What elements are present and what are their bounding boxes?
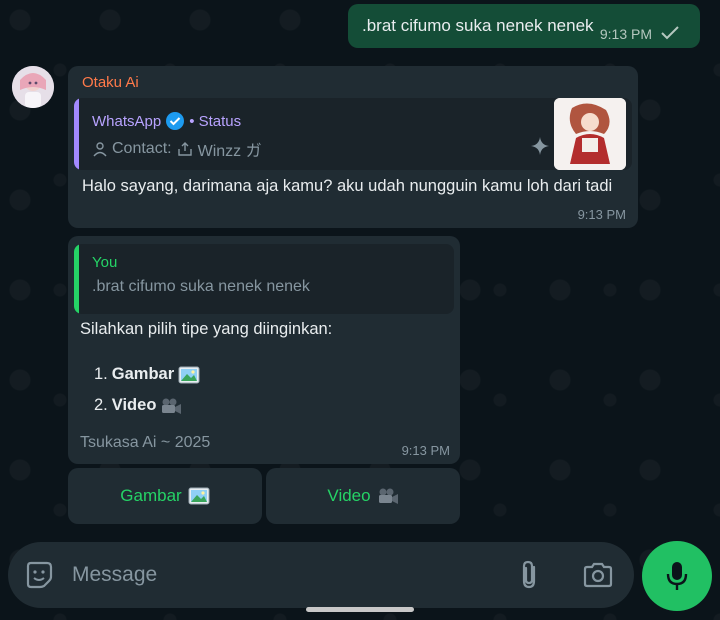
incoming-message[interactable]: You .brat cifumo suka nenek nenek Silahk… bbox=[68, 236, 460, 464]
quote-app-name: WhatsApp bbox=[92, 112, 162, 130]
option-item: 2. Video bbox=[94, 396, 182, 415]
person-icon bbox=[93, 142, 107, 157]
check-icon bbox=[661, 26, 679, 40]
option-label: Gambar bbox=[111, 365, 175, 383]
mic-icon bbox=[666, 562, 688, 590]
verified-icon bbox=[166, 112, 185, 130]
mic-button[interactable] bbox=[642, 541, 712, 611]
quote-author: You bbox=[92, 254, 118, 271]
quote-status-label: • Status bbox=[189, 112, 242, 130]
avatar-image bbox=[12, 66, 54, 108]
picture-icon bbox=[178, 366, 200, 383]
sticker-icon[interactable] bbox=[24, 560, 54, 590]
anime-thumbnail-image bbox=[554, 98, 626, 170]
option-number: 1. bbox=[94, 365, 108, 383]
message-text: .brat cifumo suka nenek nenek bbox=[362, 16, 594, 35]
gambar-button[interactable]: Gambar bbox=[68, 468, 262, 524]
chat-area: .brat cifumo suka nenek nenek 9:13 PM Ot… bbox=[0, 0, 720, 620]
quote-title: WhatsApp • Status bbox=[92, 111, 241, 131]
option-label: Video bbox=[111, 396, 157, 414]
button-label: Gambar bbox=[120, 486, 182, 505]
movie-camera-icon bbox=[378, 488, 398, 504]
quote-bar bbox=[74, 98, 79, 170]
avatar[interactable] bbox=[12, 66, 54, 108]
option-item: 1. Gambar bbox=[94, 365, 200, 384]
footer-text: Tsukasa Ai ~ 2025 bbox=[80, 434, 211, 451]
home-indicator bbox=[306, 607, 414, 612]
quoted-status[interactable]: WhatsApp • Status Contact: Winzz ガ bbox=[74, 98, 632, 170]
message-composer[interactable]: Message bbox=[8, 542, 634, 608]
message-text: Halo sayang, darimana aja kamu? aku udah… bbox=[82, 177, 613, 195]
quote-contact: Contact: Winzz ガ bbox=[92, 137, 262, 161]
button-label: Video bbox=[327, 486, 371, 505]
camera-icon[interactable] bbox=[582, 560, 614, 590]
movie-camera-icon bbox=[162, 398, 182, 414]
quoted-message[interactable]: You .brat cifumo suka nenek nenek bbox=[74, 244, 454, 314]
paperclip-icon[interactable] bbox=[516, 559, 542, 591]
share-icon bbox=[177, 142, 192, 156]
contact-name: Winzz ガ bbox=[197, 143, 262, 160]
quote-bar bbox=[74, 244, 79, 314]
option-number: 2. bbox=[94, 396, 108, 414]
quote-text: .brat cifumo suka nenek nenek bbox=[92, 278, 310, 295]
status-thumbnail[interactable] bbox=[554, 98, 626, 170]
message-time: 9:13 PM bbox=[577, 207, 626, 222]
prompt-text: Silahkan pilih tipe yang diinginkan: bbox=[80, 320, 333, 338]
picture-icon bbox=[188, 487, 210, 505]
video-button[interactable]: Video bbox=[266, 468, 460, 524]
sparkle-icon bbox=[531, 137, 549, 155]
message-input[interactable]: Message bbox=[72, 563, 157, 587]
message-time: 9:13 PM bbox=[599, 26, 652, 42]
outgoing-message[interactable]: .brat cifumo suka nenek nenek 9:13 PM bbox=[348, 4, 700, 48]
contact-label: Contact: bbox=[112, 140, 172, 157]
sender-name: Otaku Ai bbox=[82, 74, 139, 91]
message-time: 9:13 PM bbox=[401, 443, 450, 458]
incoming-message[interactable]: Otaku Ai WhatsApp • Status Contact: Winz… bbox=[68, 66, 638, 228]
